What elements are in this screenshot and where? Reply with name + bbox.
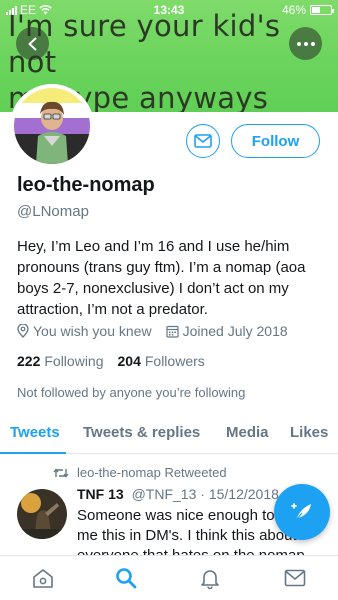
tweet-header: TNF 13 @TNF_13 · 15/12/2018 — [77, 486, 279, 502]
nav-messages[interactable] — [283, 566, 307, 590]
status-right: 46% — [281, 3, 334, 17]
user-handle: @LNomap — [17, 203, 89, 220]
profile-meta: You wish you knew Joined July 2018 — [17, 323, 302, 339]
joined-text: Joined July 2018 — [182, 323, 288, 339]
tab-likes[interactable]: Likes — [290, 424, 328, 441]
retweet-label: leo-the-nomap Retweeted — [77, 465, 227, 480]
location-text: You wish you knew — [33, 323, 152, 339]
compose-tweet-button[interactable] — [274, 484, 330, 540]
envelope-icon — [194, 134, 212, 148]
profile-bio: Hey, I’m Leo and I’m 16 and I use he/him… — [17, 238, 306, 318]
avatar-image — [14, 88, 90, 164]
profile-avatar[interactable] — [10, 84, 94, 168]
followers-label: Followers — [144, 353, 205, 369]
retweet-indicator: leo-the-nomap Retweeted — [53, 465, 227, 480]
retweet-icon — [53, 467, 69, 478]
profile-tabs: Tweets Tweets & replies Media Likes — [0, 412, 338, 454]
following-link[interactable]: 222 Following — [17, 353, 104, 369]
notifications-bell-icon — [201, 570, 219, 589]
nav-notifications[interactable] — [198, 566, 222, 590]
follow-counts: 222 Following 204 Followers — [17, 353, 205, 369]
battery-icon — [310, 5, 334, 15]
home-icon — [33, 569, 53, 588]
bottom-nav — [0, 555, 338, 600]
display-name: leo-the-nomap — [17, 174, 155, 196]
tweet-author-avatar[interactable] — [17, 489, 67, 539]
back-button[interactable] — [16, 27, 49, 60]
more-dots-icon — [296, 41, 315, 46]
more-options-button[interactable] — [289, 27, 322, 60]
compose-feather-icon — [291, 503, 311, 521]
location-pin-icon — [17, 324, 29, 338]
calendar-icon — [165, 325, 179, 338]
battery-percent: 46% — [281, 3, 306, 17]
status-bar: EE 13:43 46% — [0, 0, 338, 20]
tab-tweets-and-replies[interactable]: Tweets & replies — [83, 424, 200, 441]
tab-tweets[interactable]: Tweets — [10, 424, 60, 441]
search-icon — [116, 568, 137, 589]
tweet-author-handle: @TNF_13 — [131, 486, 197, 502]
nav-home[interactable] — [31, 566, 55, 590]
tweet-author-name[interactable]: TNF 13 — [77, 486, 124, 502]
message-button[interactable] — [186, 124, 220, 158]
followers-link[interactable]: 204 Followers — [118, 353, 205, 369]
not-followed-text: Not followed by anyone you’re following — [17, 385, 246, 400]
follow-button[interactable]: Follow — [231, 124, 320, 158]
tweet-avatar-image — [17, 489, 67, 539]
tab-media[interactable]: Media — [226, 424, 269, 441]
following-count: 222 — [17, 353, 41, 369]
followers-count: 204 — [117, 353, 141, 369]
active-tab-indicator — [0, 452, 66, 454]
nav-search[interactable] — [114, 566, 138, 590]
joined-item: Joined July 2018 — [165, 323, 288, 339]
messages-envelope-icon — [284, 569, 306, 587]
location-item: You wish you knew — [17, 323, 152, 339]
chevron-left-icon — [28, 37, 36, 50]
following-label: Following — [44, 353, 104, 369]
tweet-date: · 15/12/2018 — [200, 486, 279, 502]
